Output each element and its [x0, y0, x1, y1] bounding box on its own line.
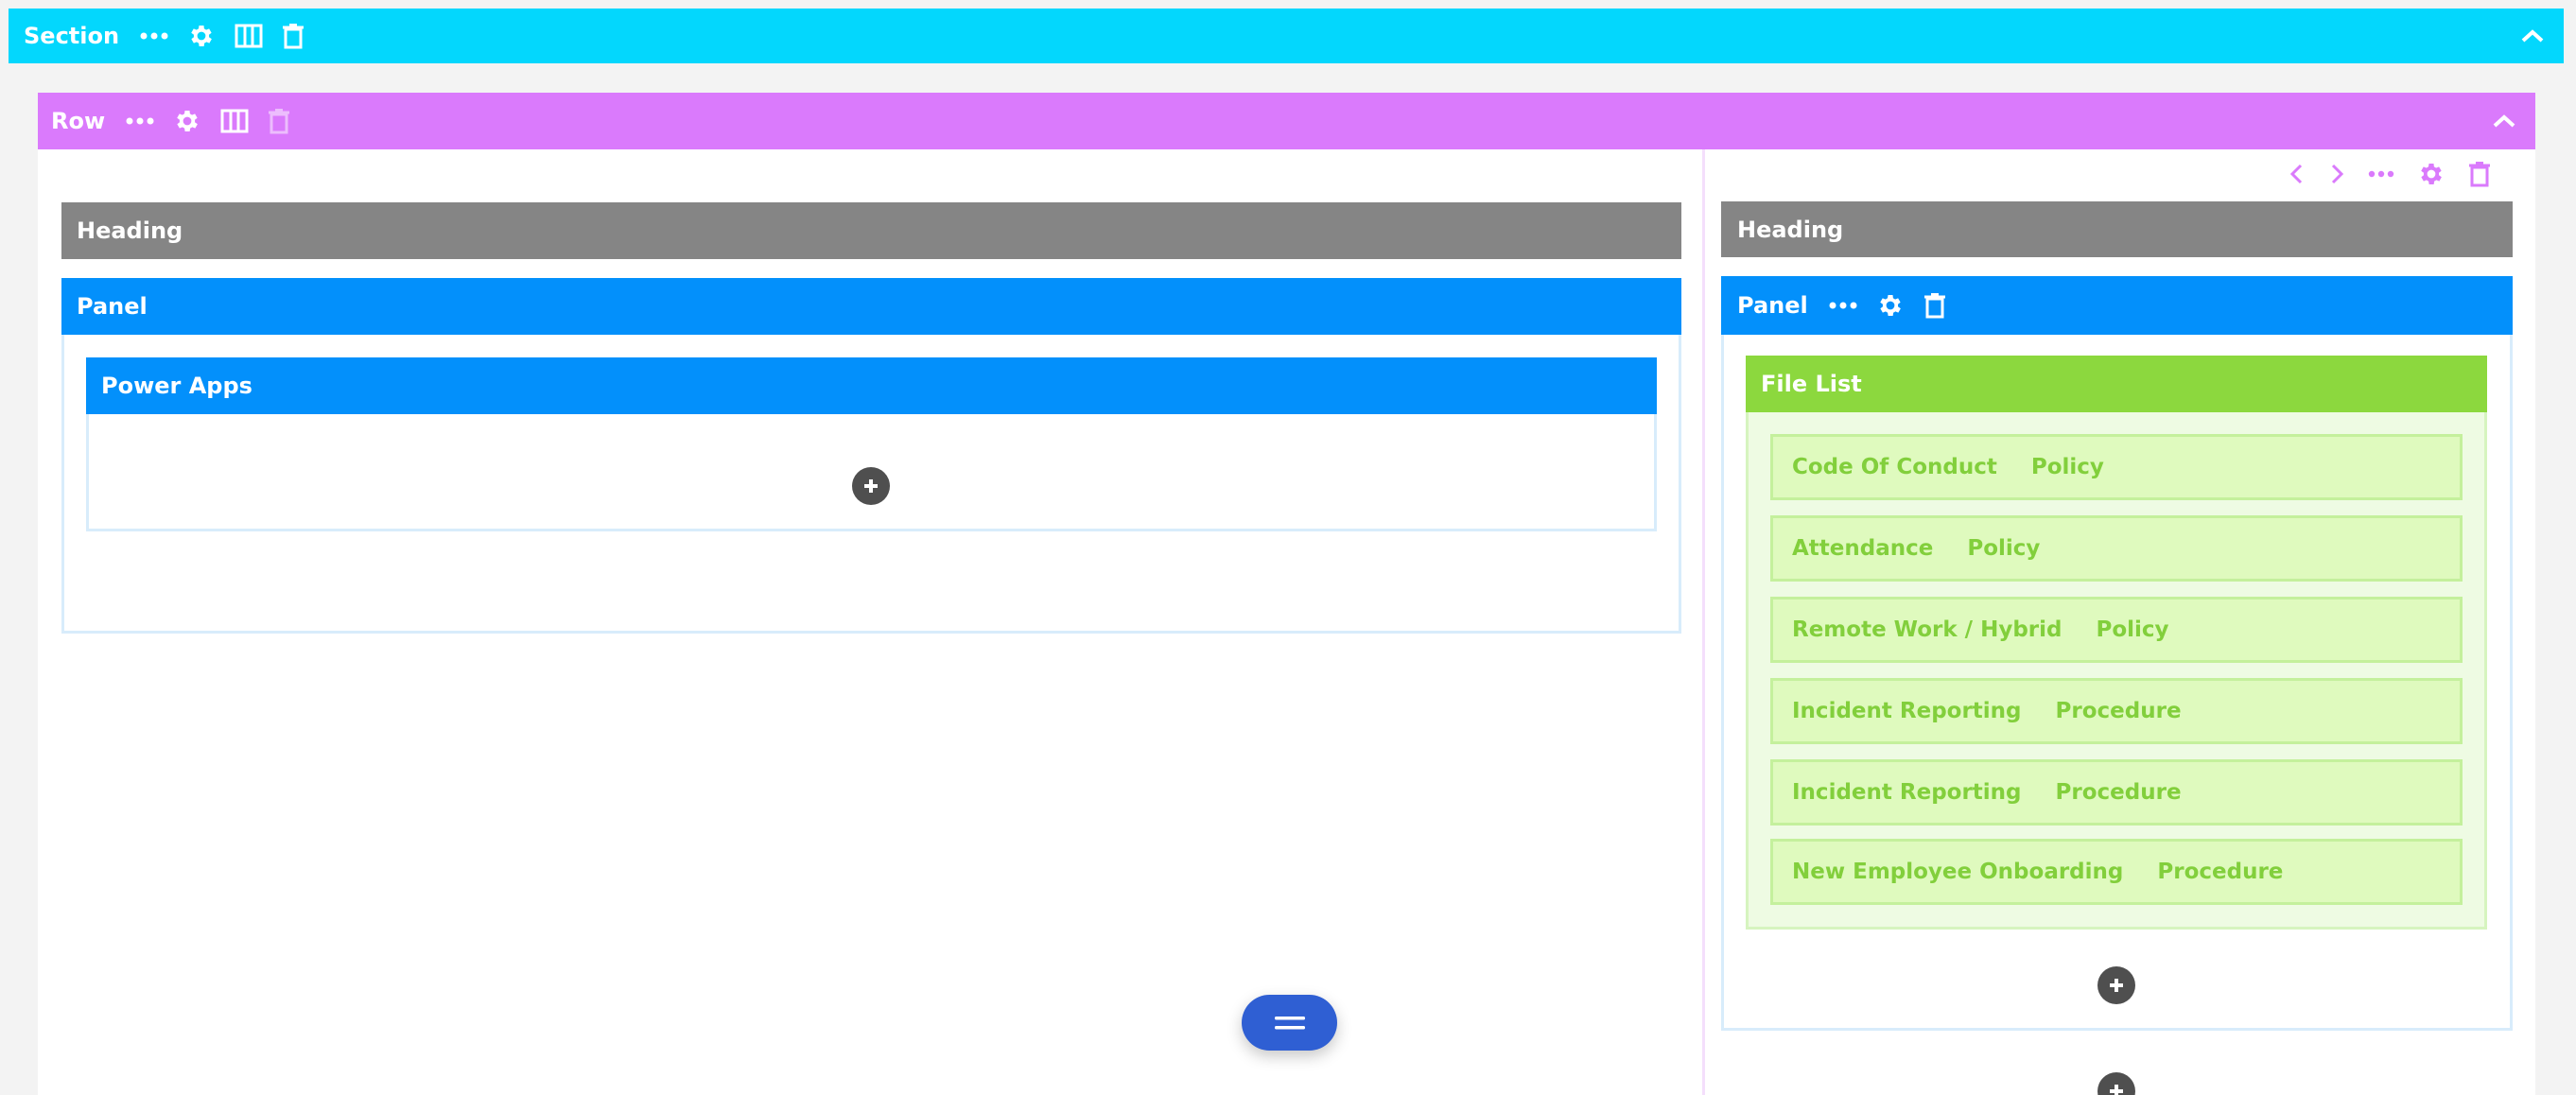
- file-name: New Employee Onboarding: [1792, 860, 2124, 884]
- file-list-item[interactable]: New Employee Onboarding Procedure: [1770, 839, 2463, 905]
- file-name: Attendance: [1792, 536, 1934, 561]
- file-name: Incident Reporting: [1792, 699, 2022, 723]
- add-module-button[interactable]: [2097, 966, 2135, 1004]
- builder-menu-button[interactable]: [1242, 995, 1337, 1051]
- columns-icon[interactable]: [220, 109, 249, 133]
- plus-icon: [864, 479, 878, 493]
- file-name: Incident Reporting: [1792, 780, 2022, 805]
- heading-module-right[interactable]: Heading: [1721, 201, 2513, 257]
- file-type: Procedure: [2157, 860, 2284, 884]
- row-label: Row: [51, 108, 106, 134]
- column-divider[interactable]: [1702, 149, 1705, 1095]
- gear-icon[interactable]: [2417, 160, 2445, 188]
- panel-module-left[interactable]: Panel: [61, 278, 1681, 335]
- file-type: Policy: [1967, 536, 2041, 561]
- gear-icon[interactable]: [187, 22, 216, 50]
- more-options-icon[interactable]: [1829, 302, 1857, 309]
- file-list-item[interactable]: Code Of Conduct Policy: [1770, 434, 2463, 500]
- file-list-title: File List: [1761, 371, 1862, 397]
- section-toolbar: Section: [9, 9, 2564, 63]
- file-type: Procedure: [2055, 780, 2182, 805]
- panel-module-right[interactable]: Panel: [1721, 276, 2513, 335]
- power-apps-label: Power Apps: [101, 373, 252, 399]
- add-module-button[interactable]: [852, 467, 890, 505]
- file-type: Policy: [2030, 455, 2104, 479]
- power-apps-module[interactable]: Power Apps: [86, 357, 1657, 414]
- more-options-icon[interactable]: [140, 32, 168, 40]
- heading-module-left[interactable]: Heading: [61, 202, 1681, 259]
- plus-icon: [2110, 1085, 2123, 1095]
- chevron-right-icon[interactable]: [2328, 163, 2345, 185]
- collapse-row-chevron-icon[interactable]: [2492, 108, 2516, 134]
- file-name: Remote Work / Hybrid: [1792, 617, 2063, 642]
- plus-icon: [2110, 979, 2123, 992]
- more-options-icon[interactable]: [126, 117, 154, 125]
- row-toolbar: Row: [38, 93, 2535, 149]
- trash-icon[interactable]: [1923, 292, 1946, 319]
- trash-icon[interactable]: [2468, 161, 2491, 187]
- menu-icon: [1274, 1016, 1305, 1029]
- panel-label: Panel: [77, 293, 148, 320]
- column-toolbar: [2289, 157, 2514, 191]
- file-list-module[interactable]: File List: [1746, 356, 2487, 412]
- trash-icon: [268, 108, 290, 134]
- file-list-item[interactable]: Remote Work / Hybrid Policy: [1770, 597, 2463, 663]
- file-list-item[interactable]: Incident Reporting Procedure: [1770, 678, 2463, 744]
- section-label: Section: [24, 23, 120, 49]
- heading-label: Heading: [1737, 216, 1844, 243]
- gear-icon[interactable]: [173, 107, 201, 135]
- file-type: Procedure: [2055, 699, 2182, 723]
- chevron-left-icon[interactable]: [2289, 163, 2306, 185]
- file-list-item[interactable]: Attendance Policy: [1770, 515, 2463, 582]
- gear-icon[interactable]: [1876, 291, 1905, 320]
- trash-icon[interactable]: [282, 23, 305, 49]
- columns-icon[interactable]: [235, 24, 263, 48]
- file-type: Policy: [2096, 617, 2169, 642]
- panel-label: Panel: [1737, 292, 1808, 319]
- more-options-icon[interactable]: [2368, 170, 2394, 178]
- file-list-item[interactable]: Incident Reporting Procedure: [1770, 759, 2463, 826]
- file-name: Code Of Conduct: [1792, 455, 1997, 479]
- heading-label: Heading: [77, 217, 183, 244]
- collapse-section-chevron-icon[interactable]: [2520, 23, 2545, 49]
